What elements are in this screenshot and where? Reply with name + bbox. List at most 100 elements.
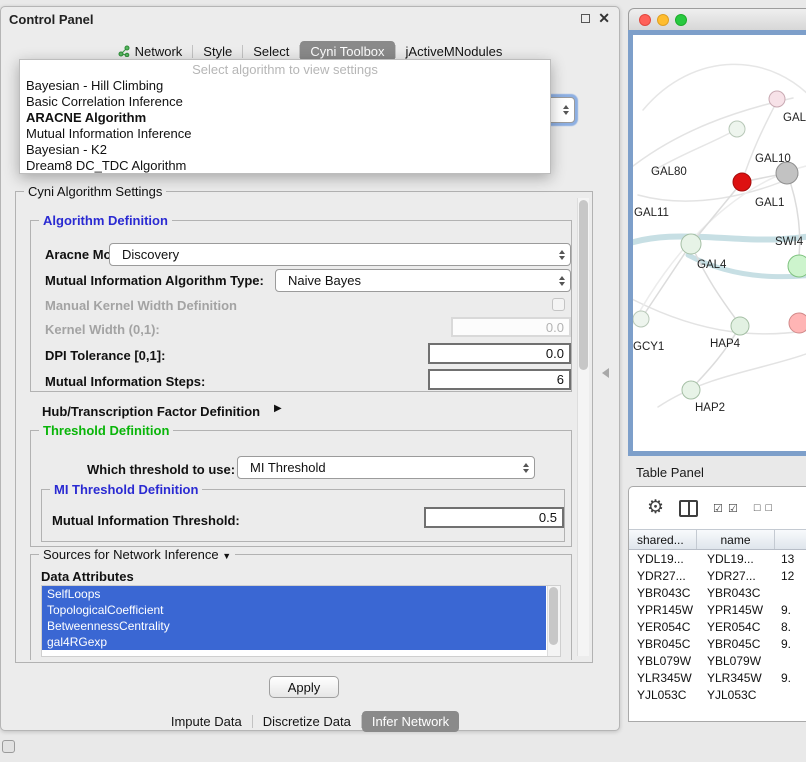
table-row[interactable]: YBR045CYBR045C9. xyxy=(629,635,806,652)
tab-impute-data[interactable]: Impute Data xyxy=(161,711,252,732)
table-cell: YDR27... xyxy=(697,569,775,583)
gear-icon[interactable]: ⚙ xyxy=(647,498,664,518)
table-cell: YJL053C xyxy=(629,688,697,702)
list-scrollbar-thumb[interactable] xyxy=(549,587,558,645)
table-row[interactable]: YBR043CYBR043C xyxy=(629,584,806,601)
algorithm-definition-group: Algorithm Definition Aracne Mode: Discov… xyxy=(30,220,572,392)
graph-node[interactable] xyxy=(776,162,798,184)
table-cell: YER054C xyxy=(697,620,775,634)
table-cell: YER054C xyxy=(629,620,697,634)
table-row[interactable]: YJL053CYJL053C xyxy=(629,686,806,703)
group-title: Algorithm Definition xyxy=(39,213,172,228)
minimize-traffic-light-icon[interactable] xyxy=(657,14,669,26)
mi-type-select[interactable]: Naive Bayes xyxy=(275,269,571,292)
list-scrollbar[interactable] xyxy=(547,586,560,656)
algorithm-option[interactable]: Basic Correlation Inference xyxy=(20,94,550,110)
network-window-titlebar[interactable] xyxy=(628,8,806,30)
column-header-name[interactable]: name xyxy=(697,530,775,549)
table-cell: 9. xyxy=(775,637,806,651)
attribute-list-item[interactable]: gal4RGexp xyxy=(42,634,546,650)
dpi-tolerance-label: DPI Tolerance [0,1]: xyxy=(45,348,165,363)
node-label: GAL11 xyxy=(634,207,669,219)
mi-threshold-field[interactable]: 0.5 xyxy=(424,507,564,528)
attribute-list-item[interactable]: SelfLoops xyxy=(42,586,546,602)
tab-label: Network xyxy=(135,44,183,59)
node-label: GAL1 xyxy=(755,197,784,209)
manage-columns-icon[interactable] xyxy=(679,500,698,517)
graph-node[interactable] xyxy=(769,91,785,107)
control-panel-window: Control Panel ✕ Network Style S xyxy=(0,6,620,731)
graph-node[interactable] xyxy=(633,311,649,327)
desktop: Control Panel ✕ Network Style S xyxy=(0,0,806,762)
splitter-collapse-icon[interactable] xyxy=(602,368,609,378)
table-cell: YDR27... xyxy=(629,569,697,583)
attribute-list-item[interactable]: TopologicalCoefficient xyxy=(42,602,546,618)
which-threshold-select[interactable]: MI Threshold xyxy=(237,456,535,479)
float-window-icon[interactable] xyxy=(581,14,590,23)
control-panel-titlebar[interactable]: Control Panel ✕ xyxy=(1,7,619,31)
graph-edge[interactable] xyxy=(633,297,806,334)
table-cell: 12 xyxy=(775,569,806,583)
close-icon[interactable]: ✕ xyxy=(598,11,610,25)
expanded-arrow-icon[interactable]: ▼ xyxy=(222,551,231,561)
kernel-width-field[interactable]: 0.0 xyxy=(451,317,571,337)
node-label: HAP2 xyxy=(695,402,725,414)
graph-edge[interactable] xyxy=(742,101,777,182)
mi-type-value: Naive Bayes xyxy=(276,273,553,288)
column-header-extra[interactable] xyxy=(775,530,806,549)
algorithm-option[interactable]: Mutual Information Inference xyxy=(20,126,550,142)
settings-scrollbar[interactable] xyxy=(577,198,589,656)
graph-node[interactable] xyxy=(733,173,751,191)
graph-edge[interactable] xyxy=(653,129,737,171)
table-cell: YBL079W xyxy=(629,654,697,668)
apply-button[interactable]: Apply xyxy=(269,676,339,698)
node-label: GCY1 xyxy=(633,341,664,353)
table-row[interactable]: YBL079WYBL079W xyxy=(629,652,806,669)
tab-label: Impute Data xyxy=(171,714,242,729)
graph-node[interactable] xyxy=(681,234,701,254)
algorithm-option[interactable]: ARACNE Algorithm xyxy=(20,110,550,126)
data-attributes-listbox[interactable]: SelfLoopsTopologicalCoefficientBetweenne… xyxy=(41,585,561,657)
data-attributes-list: SelfLoopsTopologicalCoefficientBetweenne… xyxy=(42,586,560,650)
table-row[interactable]: YER054CYER054C8. xyxy=(629,618,806,635)
table-row[interactable]: YDR27...YDR27...12 xyxy=(629,567,806,584)
table-cell: YBR043C xyxy=(697,586,775,600)
mi-steps-field[interactable]: 6 xyxy=(428,369,571,390)
table-cell: YPR145W xyxy=(697,603,775,617)
table-row[interactable]: YLR345WYLR345W9. xyxy=(629,669,806,686)
zoom-traffic-light-icon[interactable] xyxy=(675,14,687,26)
dpi-tolerance-field[interactable]: 0.0 xyxy=(428,343,571,364)
algorithm-option[interactable]: Bayesian - Hill Climbing xyxy=(20,78,550,94)
table-row[interactable]: YDL19...YDL19...13 xyxy=(629,550,806,567)
settings-scrollbar-thumb[interactable] xyxy=(579,200,588,370)
network-canvas[interactable]: GAL80GAL10GALGAL11GAL1SWI4GAL4GCY1HAP4HA… xyxy=(628,30,806,456)
attribute-list-item[interactable]: BetweennessCentrality xyxy=(42,618,546,634)
collapsed-arrow-icon[interactable]: ▶ xyxy=(274,403,282,415)
graph-node[interactable] xyxy=(729,121,745,137)
hub-definition-label[interactable]: Hub/Transcription Factor Definition xyxy=(42,404,260,419)
graph-node[interactable] xyxy=(731,317,749,335)
close-traffic-light-icon[interactable] xyxy=(639,14,651,26)
graph-edge[interactable] xyxy=(787,173,800,265)
tab-label: Style xyxy=(203,44,232,59)
manual-kernel-checkbox[interactable] xyxy=(552,298,565,311)
column-header-shared[interactable]: shared... xyxy=(629,530,697,549)
algorithm-option[interactable]: Bayesian - K2 xyxy=(20,142,550,158)
graph-node[interactable] xyxy=(789,313,806,333)
network-canvas-svg[interactable]: GAL80GAL10GALGAL11GAL1SWI4GAL4GCY1HAP4HA… xyxy=(633,35,806,456)
table-panel-window: ⚙ ☑ ☑ □ □ shared... name YDL19...YDL19..… xyxy=(628,486,806,722)
deselect-all-icon[interactable]: □ □ xyxy=(754,502,773,514)
select-all-icon[interactable]: ☑ ☑ xyxy=(713,502,739,515)
graph-node[interactable] xyxy=(788,255,806,277)
algorithm-option[interactable]: Dream8 DC_TDC Algorithm xyxy=(20,158,550,174)
table-cell: YBL079W xyxy=(697,654,775,668)
table-row[interactable]: YPR145WYPR145W9. xyxy=(629,601,806,618)
collapsed-panel-icon[interactable] xyxy=(2,740,15,753)
graph-node[interactable] xyxy=(682,381,700,399)
tab-infer-network[interactable]: Infer Network xyxy=(362,711,459,732)
aracne-mode-select[interactable]: Discovery xyxy=(109,243,571,266)
tab-discretize-data[interactable]: Discretize Data xyxy=(253,711,361,732)
graph-edge[interactable] xyxy=(691,244,740,325)
graph-edge[interactable] xyxy=(641,244,691,319)
node-label: GAL80 xyxy=(651,166,687,178)
